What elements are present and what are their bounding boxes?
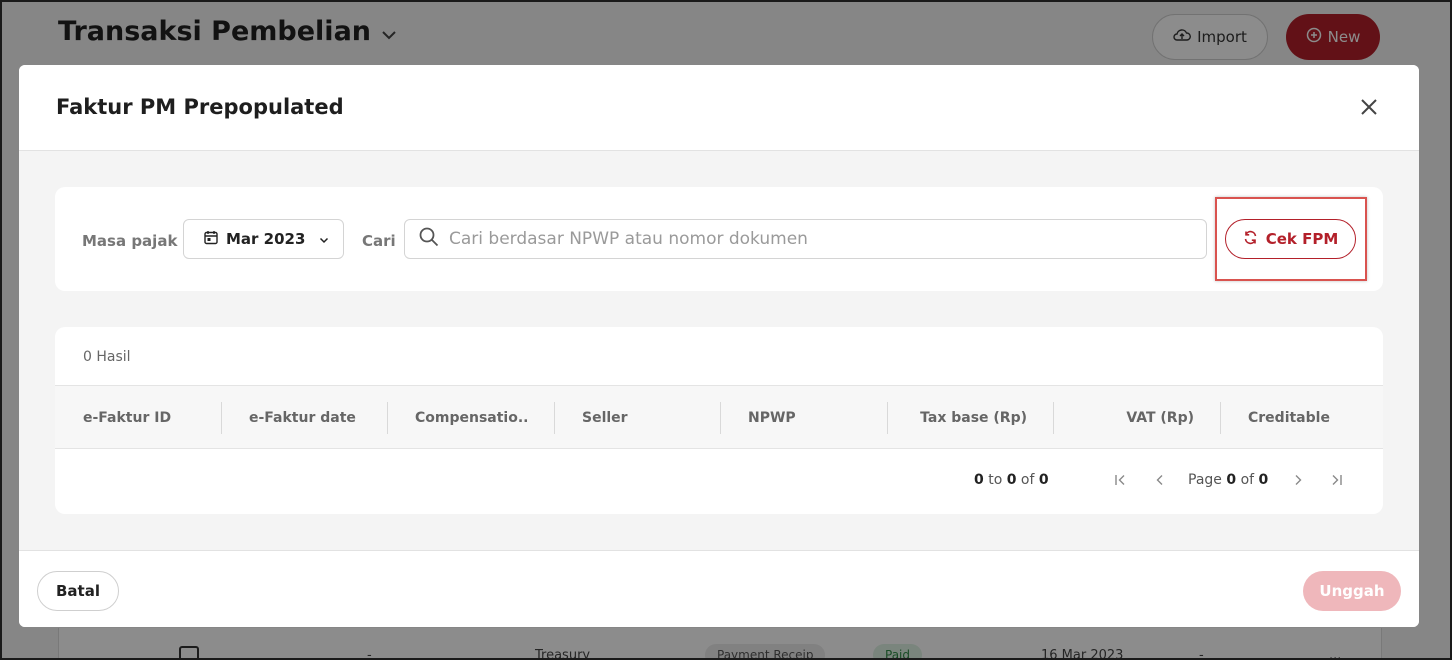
col-efaktur-date[interactable]: e-Faktur date [249,386,385,450]
results-table: 0 Hasil e-Faktur ID e-Faktur date Compen… [55,327,1383,514]
cek-fpm-button[interactable]: Cek FPM [1225,219,1356,259]
results-count: 0 Hasil [83,349,131,365]
row-range: 0 to 0 of 0 [974,472,1049,488]
close-icon[interactable] [1357,95,1381,119]
column-divider[interactable] [1220,402,1221,434]
modal-header: Faktur PM Prepopulated [19,65,1419,151]
column-divider[interactable] [720,402,721,434]
calendar-icon [204,230,218,249]
col-efaktur-id[interactable]: e-Faktur ID [83,386,219,450]
faktur-modal: Faktur PM Prepopulated Masa pajak Mar 20… [19,65,1419,627]
table-header: e-Faktur ID e-Faktur date Compensatio...… [55,385,1383,449]
page-indicator: Page 0 of 0 [1188,472,1269,488]
refresh-icon [1243,230,1258,249]
column-divider[interactable] [1053,402,1054,434]
first-page-icon[interactable] [1111,470,1131,490]
prev-page-icon[interactable] [1150,470,1170,490]
search-box [404,219,1207,259]
col-creditable[interactable]: Creditable [1248,386,1378,450]
last-page-icon[interactable] [1326,470,1346,490]
upload-button[interactable]: Unggah [1303,571,1401,611]
screen: Transaksi Pembelian Import New - Treasur… [0,0,1452,660]
col-tax-base[interactable]: Tax base (Rp) [895,386,1027,450]
col-npwp[interactable]: NPWP [748,386,884,450]
column-divider[interactable] [221,402,222,434]
cancel-button[interactable]: Batal [37,571,119,611]
col-compensation[interactable]: Compensatio... [415,386,527,450]
period-label: Masa pajak [82,232,178,250]
search-label: Cari [362,232,396,250]
modal-title: Faktur PM Prepopulated [56,95,344,119]
search-input[interactable] [449,229,1189,249]
column-divider[interactable] [387,402,388,434]
col-vat[interactable]: VAT (Rp) [1061,386,1194,450]
cek-fpm-label: Cek FPM [1265,230,1339,248]
period-select[interactable]: Mar 2023 [183,219,344,259]
column-divider[interactable] [554,402,555,434]
col-seller[interactable]: Seller [582,386,718,450]
filter-card: Masa pajak Mar 2023 Cari Cari berdasar N… [55,187,1383,291]
column-divider[interactable] [887,402,888,434]
period-value: Mar 2023 [226,230,306,248]
modal-footer: Batal Unggah [19,550,1419,627]
search-icon [419,227,439,251]
next-page-icon[interactable] [1288,470,1308,490]
chevron-down-icon [319,230,329,248]
